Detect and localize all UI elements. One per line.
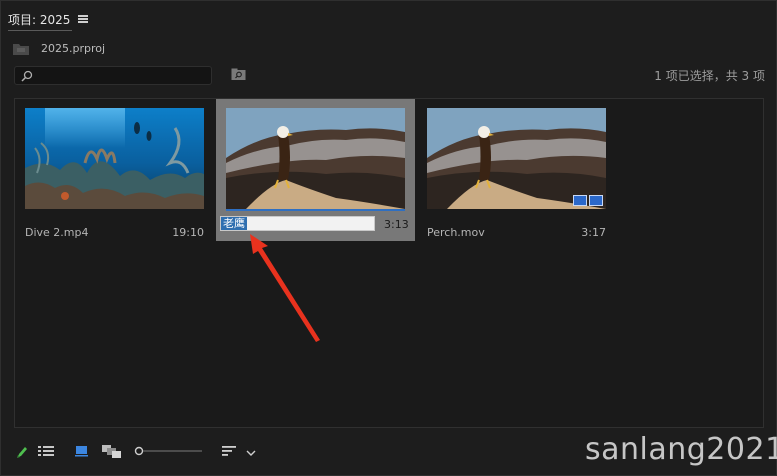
clip-duration: 3:17 [581, 226, 606, 239]
icon-view-icon[interactable] [75, 445, 88, 460]
chevron-down-icon[interactable] [246, 447, 256, 460]
zoom-slider[interactable] [134, 445, 204, 460]
find-button[interactable] [231, 68, 246, 81]
clip-name-editing[interactable]: 老鹰 [221, 217, 247, 230]
track-badges [573, 195, 603, 206]
clip-rename-field[interactable]: 老鹰 [220, 216, 375, 231]
clip-thumbnail-eagle[interactable] [427, 108, 606, 209]
freeform-view-icon[interactable] [102, 445, 122, 461]
search-box[interactable] [14, 66, 212, 85]
active-tab-underline [8, 30, 72, 31]
playhead-progress [226, 209, 405, 211]
clip-item[interactable]: Dive 2.mp4 19:10 [25, 108, 204, 243]
clip-item-selected[interactable] [226, 108, 405, 209]
panel-header: 项目: 2025 [8, 8, 89, 30]
video-track-icon [573, 195, 587, 206]
selection-status: 1 项已选择，共 3 项 [654, 69, 765, 83]
list-view-icon[interactable] [38, 445, 54, 460]
annotation-arrow [250, 234, 320, 342]
clip-thumbnail-eagle[interactable] [226, 108, 405, 209]
audio-track-icon [589, 195, 603, 206]
pencil-icon[interactable] [16, 445, 28, 462]
clip-name[interactable]: Perch.mov [427, 226, 485, 239]
clip-duration: 19:10 [172, 226, 204, 239]
clip-item[interactable]: Perch.mov 3:17 [427, 108, 606, 243]
panel-title[interactable]: 项目: 2025 [8, 11, 70, 28]
search-input[interactable] [39, 68, 211, 85]
search-icon [21, 70, 33, 85]
watermark: sanlang2021 [585, 432, 777, 467]
sort-icon[interactable] [222, 445, 236, 460]
clip-duration: 3:13 [384, 218, 409, 231]
clip-name[interactable]: Dive 2.mp4 [25, 226, 89, 239]
folder-icon [13, 43, 29, 55]
clip-thumbnail-underwater[interactable] [25, 108, 204, 209]
panel-menu-icon[interactable] [78, 15, 89, 23]
project-file-name: 2025.prproj [41, 42, 106, 55]
project-path: 2025.prproj [13, 42, 105, 55]
